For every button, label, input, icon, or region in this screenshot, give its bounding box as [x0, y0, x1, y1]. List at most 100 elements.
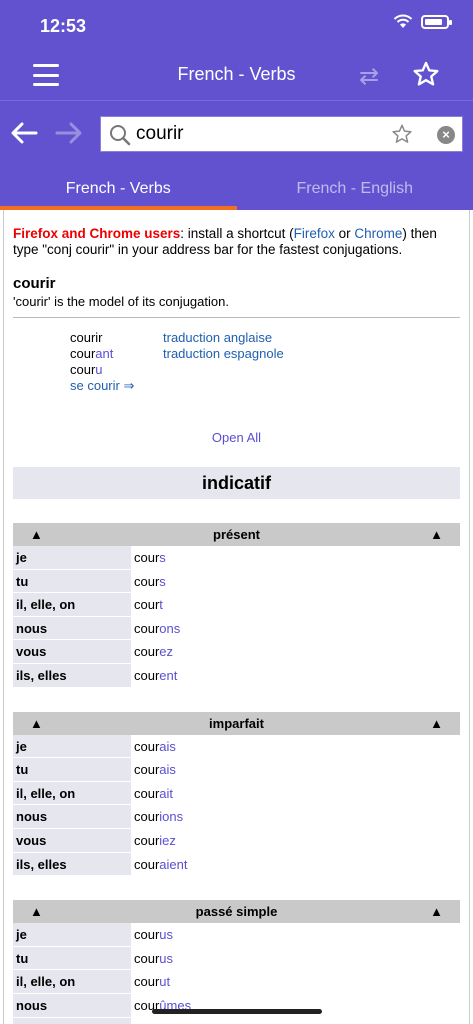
verb-ending: ent [159, 667, 178, 683]
tab-french-verbs[interactable]: French - Verbs [0, 166, 237, 210]
tense-header[interactable]: ▲ présent ▲ [13, 523, 460, 546]
conjugation-row: tu cours [13, 569, 460, 594]
pronominal-link[interactable]: se courir ⇒ [70, 378, 134, 394]
conjugation-row: il, elle, on court [13, 593, 460, 617]
conjugation-row: ils, elles courent [13, 663, 460, 688]
participle-ending: ant [95, 346, 114, 361]
verb-stem: cour [134, 832, 160, 848]
verb-ending: s [159, 550, 166, 565]
translation-english-link[interactable]: traduction anglaise [163, 330, 272, 345]
verb-ending: s [159, 573, 166, 589]
conjugation-row: il, elle, on courait [13, 781, 460, 806]
conjugation-row: tu courus [13, 946, 460, 971]
collapse-arrow-icon[interactable]: ▲ [430, 712, 443, 735]
verb-ending: us [159, 927, 174, 943]
pronoun: je [13, 546, 131, 570]
tense-header[interactable]: ▲ passé simple ▲ [13, 900, 460, 924]
verb-ending: ut [159, 974, 171, 990]
pronoun: tu [13, 569, 131, 594]
tenses-container: ▲ présent ▲ je cours tu cours il, elle, on court… [13, 523, 460, 1024]
collapse-arrow-icon[interactable]: ▲ [30, 712, 43, 735]
verb-stem: cour [134, 667, 160, 683]
tense-name: imparfait [209, 715, 264, 731]
verb-ending: t [159, 597, 163, 613]
conjugated-form: couriez [131, 829, 176, 853]
pronoun: nous [13, 805, 131, 829]
collapse-arrow-icon[interactable]: ▲ [430, 900, 443, 923]
pronoun: vous [13, 828, 131, 853]
verb-ending: ais [159, 762, 176, 778]
favorite-star-icon[interactable] [391, 123, 413, 145]
forward-arrow-icon[interactable] [55, 121, 83, 145]
conjugated-form: court [131, 593, 163, 617]
content-area: Firefox and Chrome users: install a shor… [0, 210, 473, 1024]
promo-text: Firefox and Chrome users: install a shor… [13, 226, 460, 258]
swap-arrows-icon[interactable]: ⇄ [359, 62, 379, 91]
status-time: 12:53 [40, 16, 87, 36]
conjugated-form: courus [131, 923, 173, 947]
tab-bar: French - Verbs French - English [0, 166, 473, 210]
participle-ending: u [95, 362, 103, 377]
verb-stem: cour [134, 644, 160, 660]
collapse-arrow-icon[interactable]: ▲ [30, 900, 43, 923]
participle-stem: cour [70, 362, 96, 377]
conjugation-row: je courus [13, 923, 460, 947]
tab-french-english[interactable]: French - English [237, 166, 473, 210]
pronoun: je [13, 923, 131, 947]
tense-section: ▲ présent ▲ je cours tu cours il, elle, on court… [13, 523, 460, 688]
conjugation-row: je cours [13, 546, 460, 570]
open-all-link[interactable]: Open All [13, 430, 460, 445]
verb-ending: aient [159, 856, 188, 872]
tense-header[interactable]: ▲ imparfait ▲ [13, 711, 460, 735]
conjugated-form: courait [131, 782, 173, 806]
collapse-arrow-icon[interactable]: ▲ [430, 523, 443, 546]
battery-level [425, 18, 442, 25]
conjugated-form: courez [131, 640, 173, 664]
collapse-arrow-icon[interactable]: ▲ [30, 523, 43, 546]
verb-ending: ais [159, 738, 176, 754]
verb-ending: us [159, 950, 174, 966]
conjugated-form: courut [131, 970, 170, 994]
firefox-link[interactable]: Firefox [294, 226, 335, 241]
conjugated-form: courons [131, 617, 180, 641]
chrome-link[interactable]: Chrome [354, 226, 402, 241]
conjugated-form: courûtes [131, 1018, 184, 1024]
back-arrow-icon[interactable] [10, 121, 38, 145]
conjugation-row: vouscourûtes [13, 1017, 460, 1024]
verb-ending: ait [159, 785, 174, 801]
mode-header: indicatif [13, 467, 460, 499]
clear-icon[interactable]: × [437, 126, 455, 144]
verb-stem: cour [134, 950, 160, 966]
tense-section: ▲ passé simple ▲ je courus tu courus il, elle, … [13, 900, 460, 1024]
verb-model: 'courir' is the model of its conjugation… [13, 294, 229, 309]
verb-stem: cour [134, 974, 160, 990]
promo-text-2: or [334, 226, 355, 241]
past-participle: couru [70, 362, 103, 377]
translation-spanish-link[interactable]: traduction espagnole [163, 346, 284, 361]
infinitive: courir [70, 330, 103, 345]
page-title: French - Verbs [177, 64, 296, 84]
verb-ending: iez [159, 832, 176, 848]
verb-stem: cour [134, 573, 160, 589]
pronoun: vous [13, 640, 131, 664]
verb-stem: cour [134, 809, 160, 825]
verb-ending: ons [159, 620, 181, 636]
verb-stem: cour [134, 927, 160, 943]
pronoun: nous [13, 616, 131, 641]
conjugated-form: courais [131, 735, 176, 759]
search-icon [110, 125, 131, 146]
tense-name: passé simple [195, 904, 278, 920]
wifi-icon [393, 14, 413, 28]
search-input[interactable] [136, 121, 386, 147]
pronoun: nous [13, 993, 131, 1018]
star-icon[interactable] [412, 60, 440, 88]
pronoun: vous [13, 1017, 131, 1024]
verb-forms: courir traduction anglaise courant tradu… [13, 330, 460, 420]
verb-stem: cour [134, 785, 160, 801]
conjugated-form: couraient [131, 853, 188, 877]
status-icons [393, 14, 452, 29]
search-box: × [100, 116, 463, 152]
pronoun: ils, elles [13, 852, 131, 877]
conjugated-form: courent [131, 664, 177, 688]
verb-stem: cour [134, 550, 160, 565]
